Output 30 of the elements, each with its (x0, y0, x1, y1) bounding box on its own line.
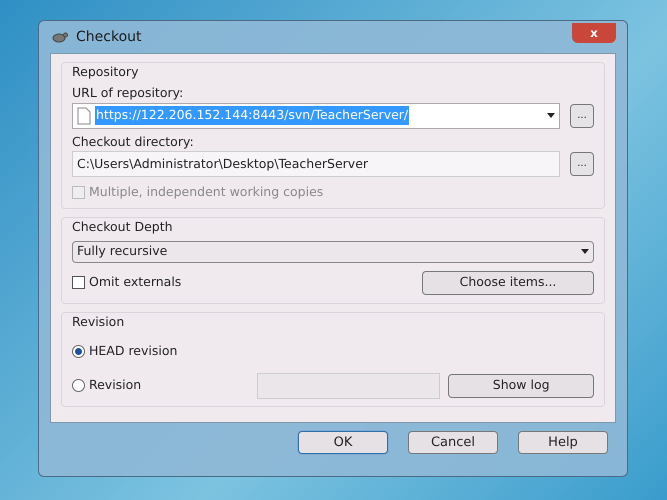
radio-button[interactable] (72, 379, 85, 392)
show-log-button[interactable]: Show log (448, 374, 594, 398)
document-icon (77, 106, 91, 124)
checkbox-label: Multiple, independent working copies (89, 183, 324, 202)
group-title: Repository (72, 63, 140, 81)
checkbox[interactable] (72, 276, 85, 290)
checkbox-label: Omit externals (89, 273, 182, 292)
depth-dropdown[interactable]: Fully recursive (72, 240, 594, 263)
close-button[interactable]: x (572, 23, 616, 43)
dialog-button[interactable]: Help (518, 431, 608, 454)
group-title: Checkout Depth (72, 218, 174, 236)
radio-button[interactable] (72, 345, 85, 358)
dialog-button[interactable]: Cancel (408, 431, 498, 454)
radio-label: HEAD revision (89, 342, 178, 360)
dropdown-arrow-icon (547, 113, 555, 118)
choose-items-button[interactable]: Choose items... (422, 270, 594, 295)
url-value: https://122.206.152.144:8443/svn/TeacherServer/ (95, 106, 410, 125)
radio-label: Revision (88, 376, 142, 394)
browse-button[interactable]: ... (570, 104, 594, 128)
dropdown-arrow-icon (581, 249, 589, 254)
browse-button[interactable]: ... (570, 152, 594, 176)
window-title: Checkout (76, 28, 142, 46)
directory-field[interactable]: C:\Users\Administrator\Desktop\TeacherServer (72, 151, 560, 178)
group-title: Revision (72, 312, 126, 331)
dialog-button[interactable]: OK (298, 431, 388, 454)
revision-field[interactable] (256, 372, 440, 398)
directory-value: C:\Users\Administrator\Desktop\TeacherServer (77, 154, 368, 173)
dropdown-value: Fully recursive (77, 242, 168, 260)
field-label: Checkout directory: (72, 132, 195, 151)
field-label: URL of repository: (72, 84, 184, 102)
